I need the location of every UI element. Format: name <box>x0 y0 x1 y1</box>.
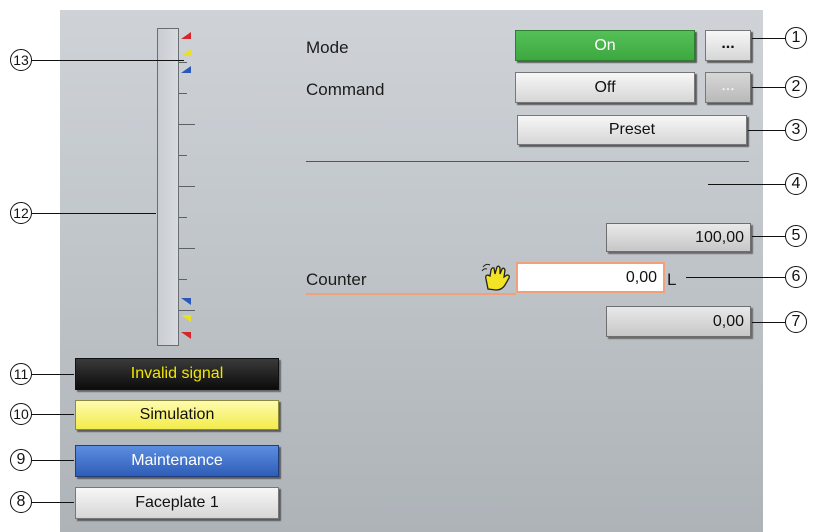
separator-line <box>306 161 749 162</box>
callout-4: 4 <box>785 173 807 195</box>
faceplate-button[interactable]: Faceplate 1 <box>75 487 279 519</box>
callout-8: 8 <box>10 491 32 513</box>
command-more-button[interactable]: ... <box>705 72 751 103</box>
callout-2: 2 <box>785 76 807 98</box>
command-button[interactable]: Off <box>515 72 695 103</box>
high-warning-marker <box>181 49 191 56</box>
maintenance-button[interactable]: Maintenance <box>75 445 279 477</box>
callout-6: 6 <box>785 266 807 288</box>
mode-button[interactable]: On <box>515 30 695 61</box>
counter-underline <box>306 293 516 295</box>
mode-more-button[interactable]: ... <box>705 30 751 61</box>
high-limit-field: 100,00 <box>606 223 751 252</box>
low-limit-field: 0,00 <box>606 306 751 337</box>
high-alarm-marker <box>181 32 191 39</box>
command-label: Command <box>306 80 385 99</box>
preset-button[interactable]: Preset <box>517 115 747 145</box>
callout-10: 10 <box>10 403 32 425</box>
callout-5: 5 <box>785 225 807 247</box>
invalid-signal-button[interactable]: Invalid signal <box>75 358 279 390</box>
low-tolerance-marker <box>181 298 191 305</box>
low-warning-marker <box>181 315 191 322</box>
callout-9: 9 <box>10 449 32 471</box>
bar-scale <box>178 28 179 346</box>
callout-1: 1 <box>785 27 807 49</box>
counter-input[interactable]: 0,00 <box>516 262 665 293</box>
high-tolerance-marker <box>181 66 191 73</box>
callout-11: 11 <box>10 363 32 385</box>
callout-3: 3 <box>785 119 807 141</box>
callout-12: 12 <box>10 202 32 224</box>
counter-label: Counter <box>306 270 367 289</box>
callout-13: 13 <box>10 49 32 71</box>
counter-unit: L <box>667 270 677 289</box>
hand-icon <box>480 262 514 292</box>
low-alarm-marker <box>181 332 191 339</box>
callout-7: 7 <box>785 311 807 333</box>
bar-graph <box>157 28 179 346</box>
mode-label: Mode <box>306 38 349 57</box>
simulation-button[interactable]: Simulation <box>75 400 279 430</box>
